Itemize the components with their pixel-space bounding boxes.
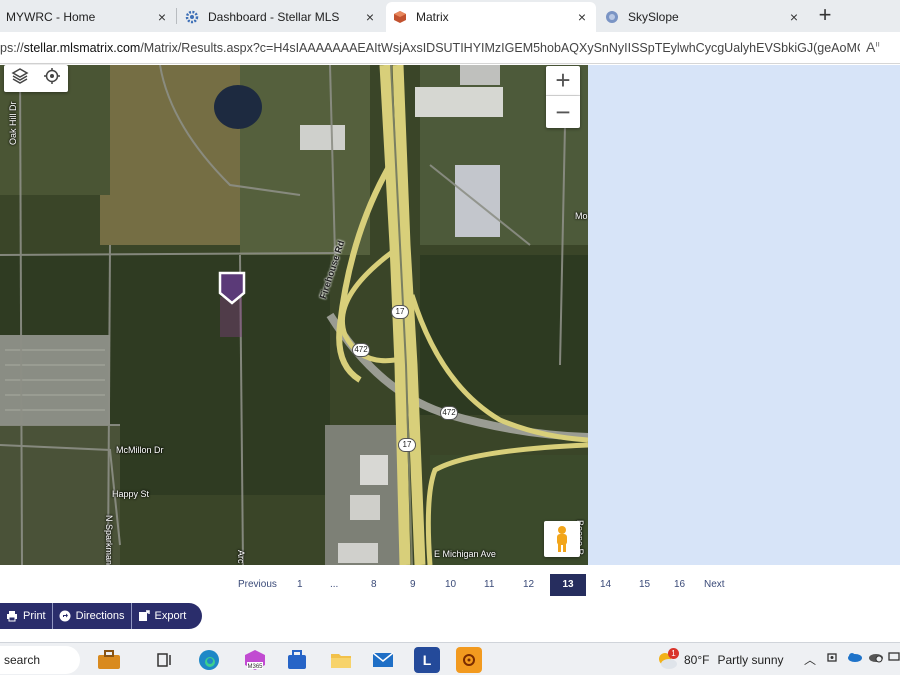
store-icon[interactable]	[284, 647, 310, 673]
zoom-out-button[interactable]: −	[546, 96, 580, 128]
layers-icon[interactable]	[11, 67, 29, 90]
tab-dashboard-stellar-mls[interactable]: Dashboard - Stellar MLS ×	[178, 2, 384, 32]
road-label: E Michigan Ave	[434, 549, 496, 559]
pagination-page[interactable]: 12	[523, 578, 534, 598]
export-button[interactable]: Export	[132, 603, 193, 629]
briefcase-icon[interactable]	[96, 647, 122, 673]
locate-icon[interactable]	[43, 67, 61, 90]
tab-label: Dashboard - Stellar MLS	[208, 10, 340, 24]
pagination-next[interactable]: Next	[704, 578, 725, 598]
microsoft-365-icon[interactable]: M365	[242, 647, 268, 673]
edge-browser-icon[interactable]	[196, 647, 222, 673]
results-action-bar: Print Directions Export	[0, 603, 203, 629]
globe-icon	[604, 9, 620, 25]
property-pin-icon[interactable]	[218, 271, 246, 305]
export-icon	[138, 610, 150, 622]
route-shield: 17	[391, 305, 409, 319]
pagination-page[interactable]: 10	[445, 578, 456, 598]
road-label: Mo	[575, 211, 588, 221]
map-blank-area	[588, 65, 900, 565]
export-label: Export	[154, 610, 187, 622]
route-shield: 472	[352, 343, 370, 357]
tab-skyslope[interactable]: SkySlope ×	[598, 2, 808, 32]
map-tool-group	[4, 65, 68, 92]
print-button[interactable]: Print	[0, 603, 53, 629]
tab-label: MYWRC - Home	[6, 10, 96, 24]
meet-now-icon[interactable]	[826, 651, 838, 666]
url-path: /Matrix/Results.aspx?c=H4sIAAAAAAAEAItWs…	[140, 41, 860, 55]
directions-label: Directions	[75, 610, 125, 622]
lastpass-icon[interactable]: L	[414, 647, 440, 673]
pagination-page[interactable]: 15	[639, 578, 650, 598]
satellite-map[interactable]: Oak Hill Dr Firehouse Rd McMillon Dr Hap…	[0, 65, 588, 565]
url-prefix: ps://	[0, 41, 24, 55]
directions-icon	[59, 610, 71, 622]
directions-button[interactable]: Directions	[53, 603, 132, 629]
tab-divider	[176, 8, 177, 24]
mail-icon[interactable]	[370, 647, 396, 673]
zoom-in-button[interactable]: +	[546, 65, 580, 96]
route-shield: 17	[398, 438, 416, 452]
printer-icon	[6, 610, 18, 622]
pagination-page[interactable]: 14	[600, 578, 611, 598]
browser-tab-strip: MYWRC - Home × Dashboard - Stellar MLS ×…	[0, 0, 900, 32]
pagination-page[interactable]: 16	[674, 578, 685, 598]
street-view-pegman-icon[interactable]	[544, 521, 580, 557]
map-imagery	[0, 65, 588, 565]
route-shield: 472	[440, 406, 458, 420]
pagination-previous[interactable]: Previous	[238, 578, 277, 598]
road-label: Happy St	[112, 489, 150, 499]
address-bar: ps://stellar.mlsmatrix.com/Matrix/Result…	[0, 32, 900, 64]
pagination-page[interactable]: 11	[484, 578, 494, 598]
url-host: stellar.mlsmatrix.com	[23, 41, 141, 55]
onedrive-sync-icon[interactable]	[868, 651, 884, 666]
road-label: N Sparkman	[104, 515, 114, 565]
pagination-page[interactable]: 9	[410, 578, 416, 598]
weather-temp: 80°F	[684, 653, 710, 667]
weather-description: Partly sunny	[717, 653, 784, 667]
chevron-up-icon[interactable]: ︿	[804, 651, 816, 668]
onedrive-cloud-icon[interactable]	[846, 651, 862, 665]
pagination-page[interactable]: 8	[371, 578, 377, 598]
windows-taskbar: search M365 L 1 80°F Partly sunny ︿	[0, 642, 900, 675]
new-tab-button[interactable]: +	[812, 4, 838, 28]
close-icon[interactable]: ×	[362, 9, 378, 25]
tab-label: Matrix	[416, 10, 449, 24]
weather-badge: 1	[668, 648, 679, 659]
road-label: Oak Hill Dr	[8, 101, 18, 145]
pagination-ellipsis: ...	[330, 579, 339, 590]
file-explorer-icon[interactable]	[328, 647, 354, 673]
svg-text:M365: M365	[247, 664, 263, 670]
close-icon[interactable]: ×	[574, 9, 590, 25]
task-view-icon[interactable]	[152, 647, 178, 673]
weather-cloud-icon: 1	[656, 648, 679, 670]
pagination-page[interactable]: 1	[297, 578, 303, 598]
road-label: Arc	[236, 550, 246, 564]
road-label: McMillon Dr	[116, 445, 164, 455]
gear-icon	[184, 9, 200, 25]
matrix-logo-icon	[392, 9, 408, 25]
network-icon[interactable]	[888, 651, 900, 666]
pagination: Previous 1 ... 8 9 10 11 12 13 14 15 16 …	[0, 565, 900, 603]
close-icon[interactable]: ×	[786, 9, 802, 25]
close-icon[interactable]: ×	[154, 9, 170, 25]
tab-matrix[interactable]: Matrix ×	[386, 2, 596, 32]
weather-widget[interactable]: 1 80°F Partly sunny	[656, 647, 784, 673]
taskbar-search-box[interactable]: search	[0, 646, 80, 674]
url-field[interactable]: ps://stellar.mlsmatrix.com/Matrix/Result…	[0, 37, 860, 59]
tab-label: SkySlope	[628, 10, 679, 24]
tab-mywrc-home[interactable]: MYWRC - Home ×	[0, 2, 176, 32]
read-aloud-icon[interactable]: Aıı	[866, 39, 880, 55]
print-label: Print	[23, 610, 46, 622]
pagination-current-page[interactable]: 13	[550, 574, 586, 596]
app-orange-icon[interactable]	[456, 647, 482, 673]
